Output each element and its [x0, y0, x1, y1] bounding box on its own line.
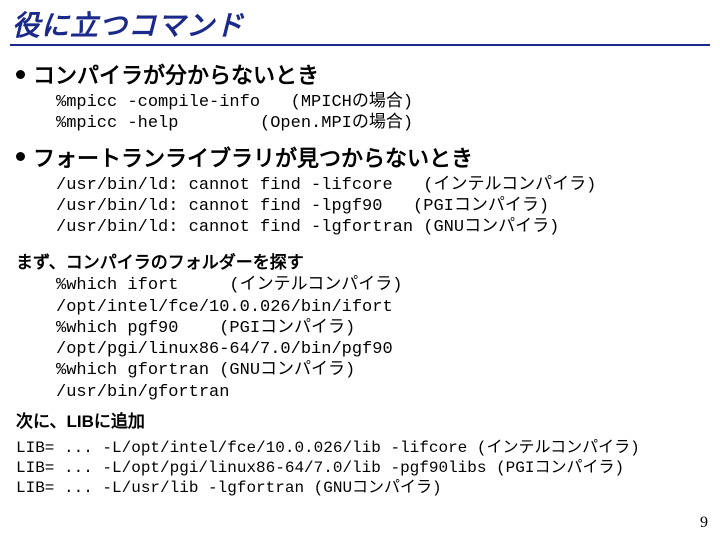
title-underline — [10, 44, 710, 46]
subheading-1: まず、コンパイラのフォルダーを探す — [16, 248, 706, 273]
bullet-1-text: コンパイラが分からないとき — [33, 58, 319, 90]
slide-content: コンパイラが分からないとき %mpicc -compile-info (MPIC… — [16, 56, 706, 498]
page-number: 9 — [700, 514, 708, 532]
slide-title: 役に立つコマンド — [12, 4, 244, 44]
bullet-dot-icon — [16, 70, 25, 79]
bullet-dot-icon — [16, 152, 25, 161]
code-block-4: LIB= ... -L/opt/intel/fce/10.0.026/lib -… — [16, 438, 706, 498]
subheading-2: 次に、LIBに追加 — [16, 407, 706, 432]
bullet-2: フォートランライブラリが見つからないとき — [16, 141, 706, 173]
code-block-3: %which ifort (インテルコンパイラ) /opt/intel/fce/… — [56, 275, 706, 403]
slide: 役に立つコマンド コンパイラが分からないとき %mpicc -compile-i… — [0, 0, 720, 540]
bullet-2-text: フォートランライブラリが見つからないとき — [33, 141, 473, 173]
code-block-2: /usr/bin/ld: cannot find -lifcore (インテルコ… — [56, 175, 706, 239]
code-block-1: %mpicc -compile-info (MPICHの場合) %mpicc -… — [56, 92, 706, 135]
bullet-1: コンパイラが分からないとき — [16, 58, 706, 90]
